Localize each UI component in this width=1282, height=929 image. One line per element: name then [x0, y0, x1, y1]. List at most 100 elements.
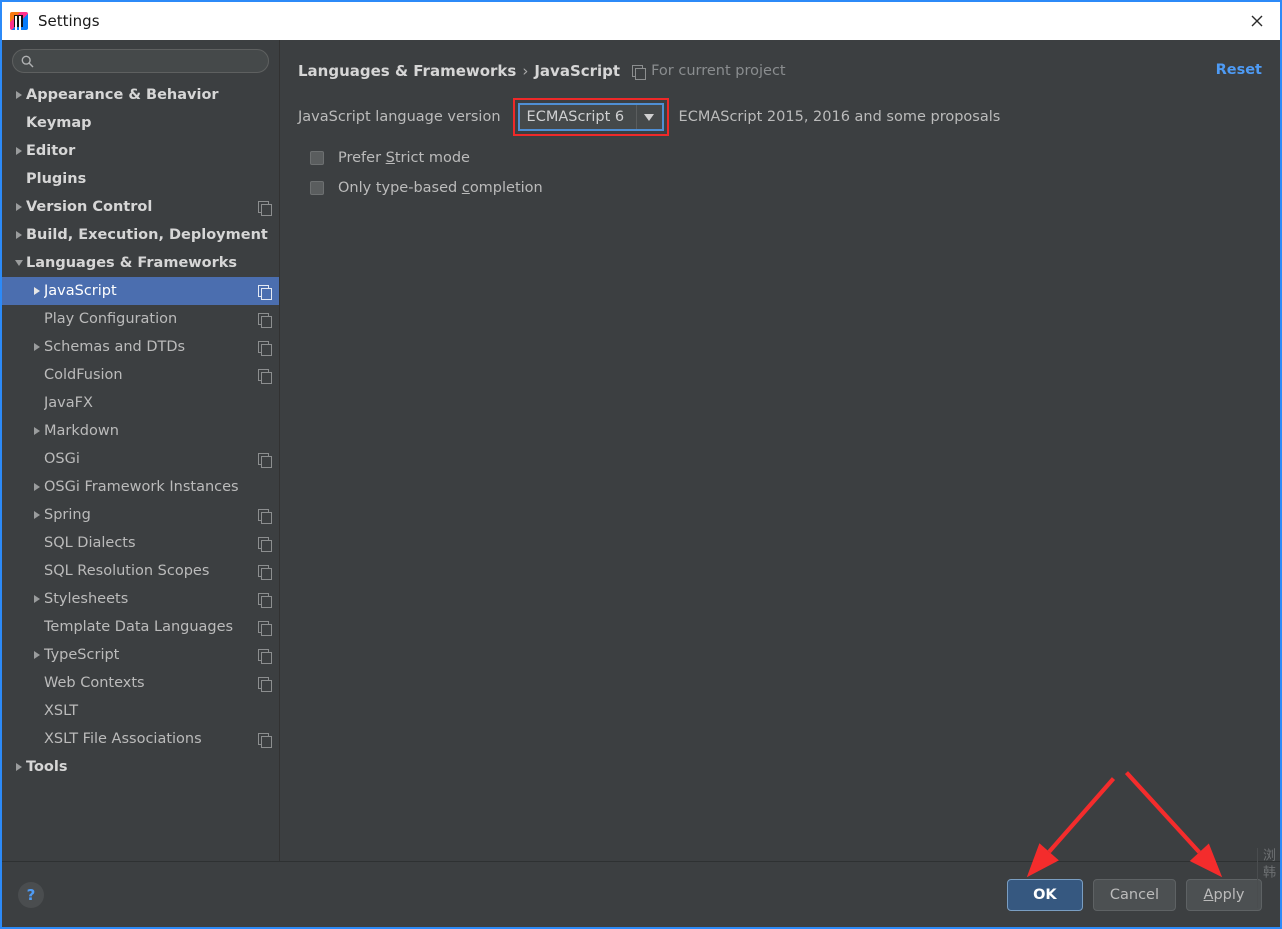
settings-dialog: Settings Appearance & Behavior Keymap Edit… [0, 0, 1282, 929]
settings-main-panel: Languages & Frameworks › JavaScript For … [280, 40, 1280, 861]
sidebar-item-plugins[interactable]: Plugins [2, 165, 279, 193]
title-bar: Settings [2, 2, 1280, 40]
chevron-right-icon[interactable] [12, 81, 26, 109]
sidebar-item-javascript[interactable]: JavaScript [2, 277, 279, 305]
sidebar-item-markdown[interactable]: Markdown [2, 417, 279, 445]
chevron-right-icon[interactable] [12, 193, 26, 221]
language-version-hint: ECMAScript 2015, 2016 and some proposals [678, 109, 1001, 125]
chevron-right-icon[interactable] [30, 585, 44, 613]
combo-highlight-annotation: ECMAScript 6 [512, 98, 669, 136]
checkbox-label: Only type-based completion [338, 180, 543, 196]
search-input[interactable] [40, 53, 260, 69]
chevron-right-icon[interactable] [12, 221, 26, 249]
sidebar-item-javafx[interactable]: JavaFX [2, 389, 279, 417]
checkbox-label-mnemonic: S [385, 150, 395, 166]
ok-button[interactable]: OK [1006, 878, 1083, 911]
checkbox-prefer-strict-mode[interactable]: Prefer Strict mode [298, 150, 1262, 166]
settings-tree[interactable]: Appearance & Behavior Keymap Editor Plugins… [2, 79, 279, 861]
sidebar-item-xslt-file-associations[interactable]: XSLT File Associations [2, 725, 279, 753]
apply-button[interactable]: Apply [1186, 878, 1262, 911]
button-label-rest: pply [1213, 886, 1245, 903]
checkbox-list: Prefer Strict mode Only type-based comple… [298, 150, 1262, 196]
project-scope-icon [258, 676, 272, 692]
question-mark-icon: ? [26, 885, 36, 904]
project-scope-label: For current project [632, 63, 786, 80]
close-button[interactable] [1234, 2, 1280, 40]
sidebar-item-sql-dialects[interactable]: SQL Dialects [2, 529, 279, 557]
sidebar-item-schemas-and-dtds[interactable]: Schemas and DTDs [2, 333, 279, 361]
project-scope-icon [258, 564, 272, 580]
language-version-label: JavaScript language version [298, 109, 501, 125]
sidebar-item-web-contexts[interactable]: Web Contexts [2, 669, 279, 697]
sidebar-item-spring[interactable]: Spring [2, 501, 279, 529]
checkbox-box[interactable] [310, 181, 324, 195]
chevron-right-icon[interactable] [30, 417, 44, 445]
sidebar-item-label: SQL Dialects [44, 535, 136, 551]
chevron-right-icon[interactable] [30, 641, 44, 669]
checkbox-label-after: ompletion [469, 180, 543, 196]
sidebar-item-typescript[interactable]: TypeScript [2, 641, 279, 669]
chevron-down-icon[interactable] [635, 105, 662, 129]
search-icon [21, 55, 34, 67]
sidebar-item-keymap[interactable]: Keymap [2, 109, 279, 137]
language-version-select[interactable]: ECMAScript 6 [517, 103, 664, 131]
project-scope-icon [258, 592, 272, 608]
sidebar-item-appearance-behavior[interactable]: Appearance & Behavior [2, 81, 279, 109]
button-label: OK [1033, 886, 1057, 903]
sidebar-item-stylesheets[interactable]: Stylesheets [2, 585, 279, 613]
cancel-button[interactable]: Cancel [1092, 878, 1176, 911]
sidebar-item-label: Version Control [26, 199, 153, 215]
project-scope-icon [258, 200, 272, 216]
sidebar-item-xslt[interactable]: XSLT [2, 697, 279, 725]
window-title: Settings [38, 12, 100, 30]
button-mnemonic: A [1203, 886, 1214, 903]
sidebar-item-tools[interactable]: Tools [2, 753, 279, 781]
sidebar-item-editor[interactable]: Editor [2, 137, 279, 165]
sidebar-item-languages-frameworks[interactable]: Languages & Frameworks [2, 249, 279, 277]
dialog-button-group: OK Cancel Apply [1006, 878, 1262, 911]
chevron-right-icon[interactable] [30, 473, 44, 501]
chevron-down-icon[interactable] [12, 249, 26, 277]
sidebar-item-label: Keymap [26, 115, 92, 131]
sidebar-item-label: Appearance & Behavior [26, 87, 219, 103]
sidebar-item-label: OSGi Framework Instances [44, 479, 239, 495]
sidebar-item-coldfusion[interactable]: ColdFusion [2, 361, 279, 389]
project-scope-icon [258, 648, 272, 664]
sidebar-item-sql-resolution-scopes[interactable]: SQL Resolution Scopes [2, 557, 279, 585]
chevron-right-icon[interactable] [12, 753, 26, 781]
sidebar-item-build-execution-deployment[interactable]: Build, Execution, Deployment [2, 221, 279, 249]
checkbox-only-type-based-completion[interactable]: Only type-based completion [298, 180, 1262, 196]
project-scope-icon [258, 732, 272, 748]
reset-link[interactable]: Reset [1216, 62, 1262, 78]
sidebar-item-version-control[interactable]: Version Control [2, 193, 279, 221]
chevron-right-icon[interactable] [12, 137, 26, 165]
search-box[interactable] [12, 49, 269, 73]
sidebar-item-label: Schemas and DTDs [44, 339, 186, 355]
sidebar-item-play-configuration[interactable]: Play Configuration [2, 305, 279, 333]
sidebar-item-label: OSGi [44, 451, 80, 467]
sidebar-item-osgi[interactable]: OSGi [2, 445, 279, 473]
checkbox-box[interactable] [310, 151, 324, 165]
project-scope-icon [258, 312, 272, 328]
checkbox-label-before: Only type-based [338, 180, 462, 196]
help-button[interactable]: ? [18, 881, 44, 908]
project-scope-icon [258, 452, 272, 468]
project-scope-icon [632, 64, 647, 80]
sidebar-item-label: Spring [44, 507, 91, 523]
chevron-right-icon[interactable] [30, 333, 44, 361]
sidebar-item-osgi-framework-instances[interactable]: OSGi Framework Instances [2, 473, 279, 501]
sidebar-item-template-data-languages[interactable]: Template Data Languages [2, 613, 279, 641]
breadcrumb-parent[interactable]: Languages & Frameworks [298, 62, 516, 80]
project-scope-text: For current project [651, 63, 786, 79]
chevron-right-icon[interactable] [30, 277, 44, 305]
sidebar-item-label: Stylesheets [44, 591, 129, 607]
chevron-right-icon[interactable] [30, 501, 44, 529]
